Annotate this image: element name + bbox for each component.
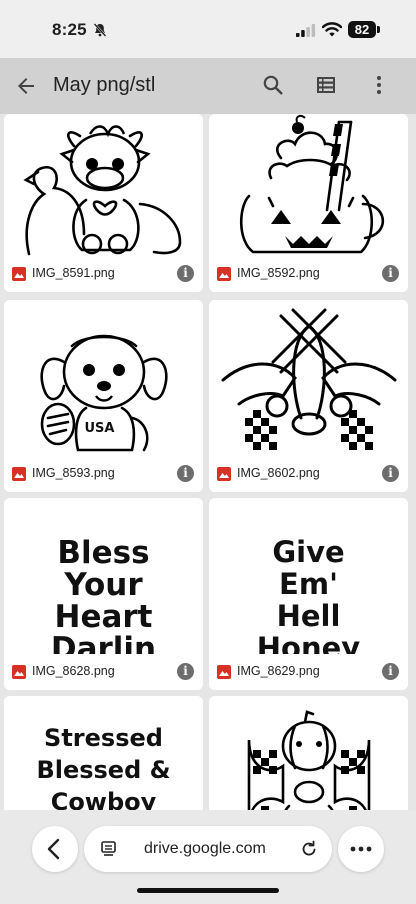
thumb-text-line: Your (64, 567, 143, 603)
wifi-icon (322, 22, 342, 37)
pumpkin-bow-illustration (247, 710, 371, 810)
file-card[interactable]: Stressed Blessed & Cowboy (4, 696, 203, 810)
thumb-text-line: Give (272, 535, 345, 569)
file-name: IMG_8602.png (237, 466, 320, 480)
file-thumbnail[interactable]: Give Em' Hell Honey (209, 498, 408, 654)
browser-back-button[interactable] (32, 826, 78, 872)
signal-icon (296, 24, 316, 37)
file-thumbnail[interactable]: Stressed Blessed & Cowboy (4, 696, 203, 810)
image-file-icon (217, 467, 231, 481)
more-horiz-icon (350, 846, 372, 852)
file-thumbnail[interactable]: USA (4, 300, 203, 456)
home-indicator (137, 888, 279, 893)
info-icon[interactable]: i (382, 663, 399, 680)
file-grid: IMG_8591.png i IMG_8592.png i USA IMG_85… (0, 114, 416, 810)
pumpkin-mug-illustration (239, 114, 385, 254)
thumb-text-line: Stressed (44, 724, 163, 752)
bell-slash-icon (93, 23, 107, 37)
file-name: IMG_8628.png (32, 664, 115, 678)
folder-title: May png/stl (53, 74, 156, 96)
file-card-footer: IMG_8591.png i (4, 256, 203, 292)
file-name: IMG_8591.png (32, 266, 115, 280)
thumb-text-line: Blessed & (36, 756, 171, 784)
list-view-icon[interactable] (315, 75, 337, 95)
image-file-icon (12, 267, 26, 281)
file-card[interactable]: IMG_8592.png i (209, 114, 408, 292)
file-card-footer: IMG_8629.png i (209, 654, 408, 690)
file-name: IMG_8629.png (237, 664, 320, 678)
file-thumbnail[interactable] (4, 114, 203, 256)
file-card-footer: IMG_8593.png i (4, 456, 203, 492)
revolvers-illustration (221, 308, 397, 450)
app-bar: May png/stl (0, 58, 416, 114)
file-card[interactable]: IMG_8602.png i (209, 300, 408, 492)
file-card[interactable]: Bless Your Heart Darlin IMG_8628.png i (4, 498, 203, 690)
back-arrow-icon[interactable] (14, 74, 38, 98)
cow-flamingo-illustration (23, 125, 182, 256)
search-icon[interactable] (262, 74, 284, 96)
file-card[interactable] (209, 696, 408, 810)
status-bar: 8:25 82 (0, 0, 416, 58)
address-bar[interactable]: drive.google.com (84, 826, 332, 872)
image-file-icon (12, 665, 26, 679)
browser-more-button[interactable] (338, 826, 384, 872)
thumb-text-line: Honey (256, 631, 361, 655)
image-file-icon (12, 467, 26, 481)
file-card-footer: IMG_8602.png i (209, 456, 408, 492)
info-icon[interactable]: i (177, 265, 194, 282)
file-name: IMG_8593.png (32, 466, 115, 480)
url-text: drive.google.com (144, 840, 266, 857)
info-icon[interactable]: i (177, 663, 194, 680)
file-card[interactable]: Give Em' Hell Honey IMG_8629.png i (209, 498, 408, 690)
file-card-footer: IMG_8592.png i (209, 256, 408, 292)
file-card-footer: IMG_8628.png i (4, 654, 203, 690)
thumb-text-line: Darlin (50, 631, 157, 655)
thumb-text-line: Heart (54, 599, 153, 635)
thumb-text-line: Em' (279, 567, 338, 601)
file-thumbnail[interactable]: Bless Your Heart Darlin (4, 498, 203, 654)
file-name: IMG_8592.png (237, 266, 320, 280)
more-vert-icon[interactable] (370, 74, 388, 96)
info-icon[interactable]: i (382, 465, 399, 482)
status-time: 8:25 (52, 20, 87, 39)
image-file-icon (217, 267, 231, 281)
file-thumbnail[interactable] (209, 300, 408, 456)
thumb-usa-text: USA (84, 421, 115, 436)
reload-icon[interactable] (300, 840, 318, 858)
battery-indicator: 82 (348, 21, 376, 38)
file-card[interactable]: USA IMG_8593.png i (4, 300, 203, 492)
thumb-text-line: Bless (57, 535, 150, 571)
file-thumbnail[interactable] (209, 696, 408, 810)
tab-icon[interactable] (100, 840, 118, 858)
file-thumbnail[interactable] (209, 114, 408, 256)
file-card[interactable]: IMG_8591.png i (4, 114, 203, 292)
thumb-text-line: Hell (276, 599, 341, 633)
info-icon[interactable]: i (382, 265, 399, 282)
info-icon[interactable]: i (177, 465, 194, 482)
back-chevron-icon (47, 838, 60, 860)
image-file-icon (217, 665, 231, 679)
battery-nub (377, 26, 380, 33)
thumb-text-line: Cowboy (50, 788, 157, 810)
